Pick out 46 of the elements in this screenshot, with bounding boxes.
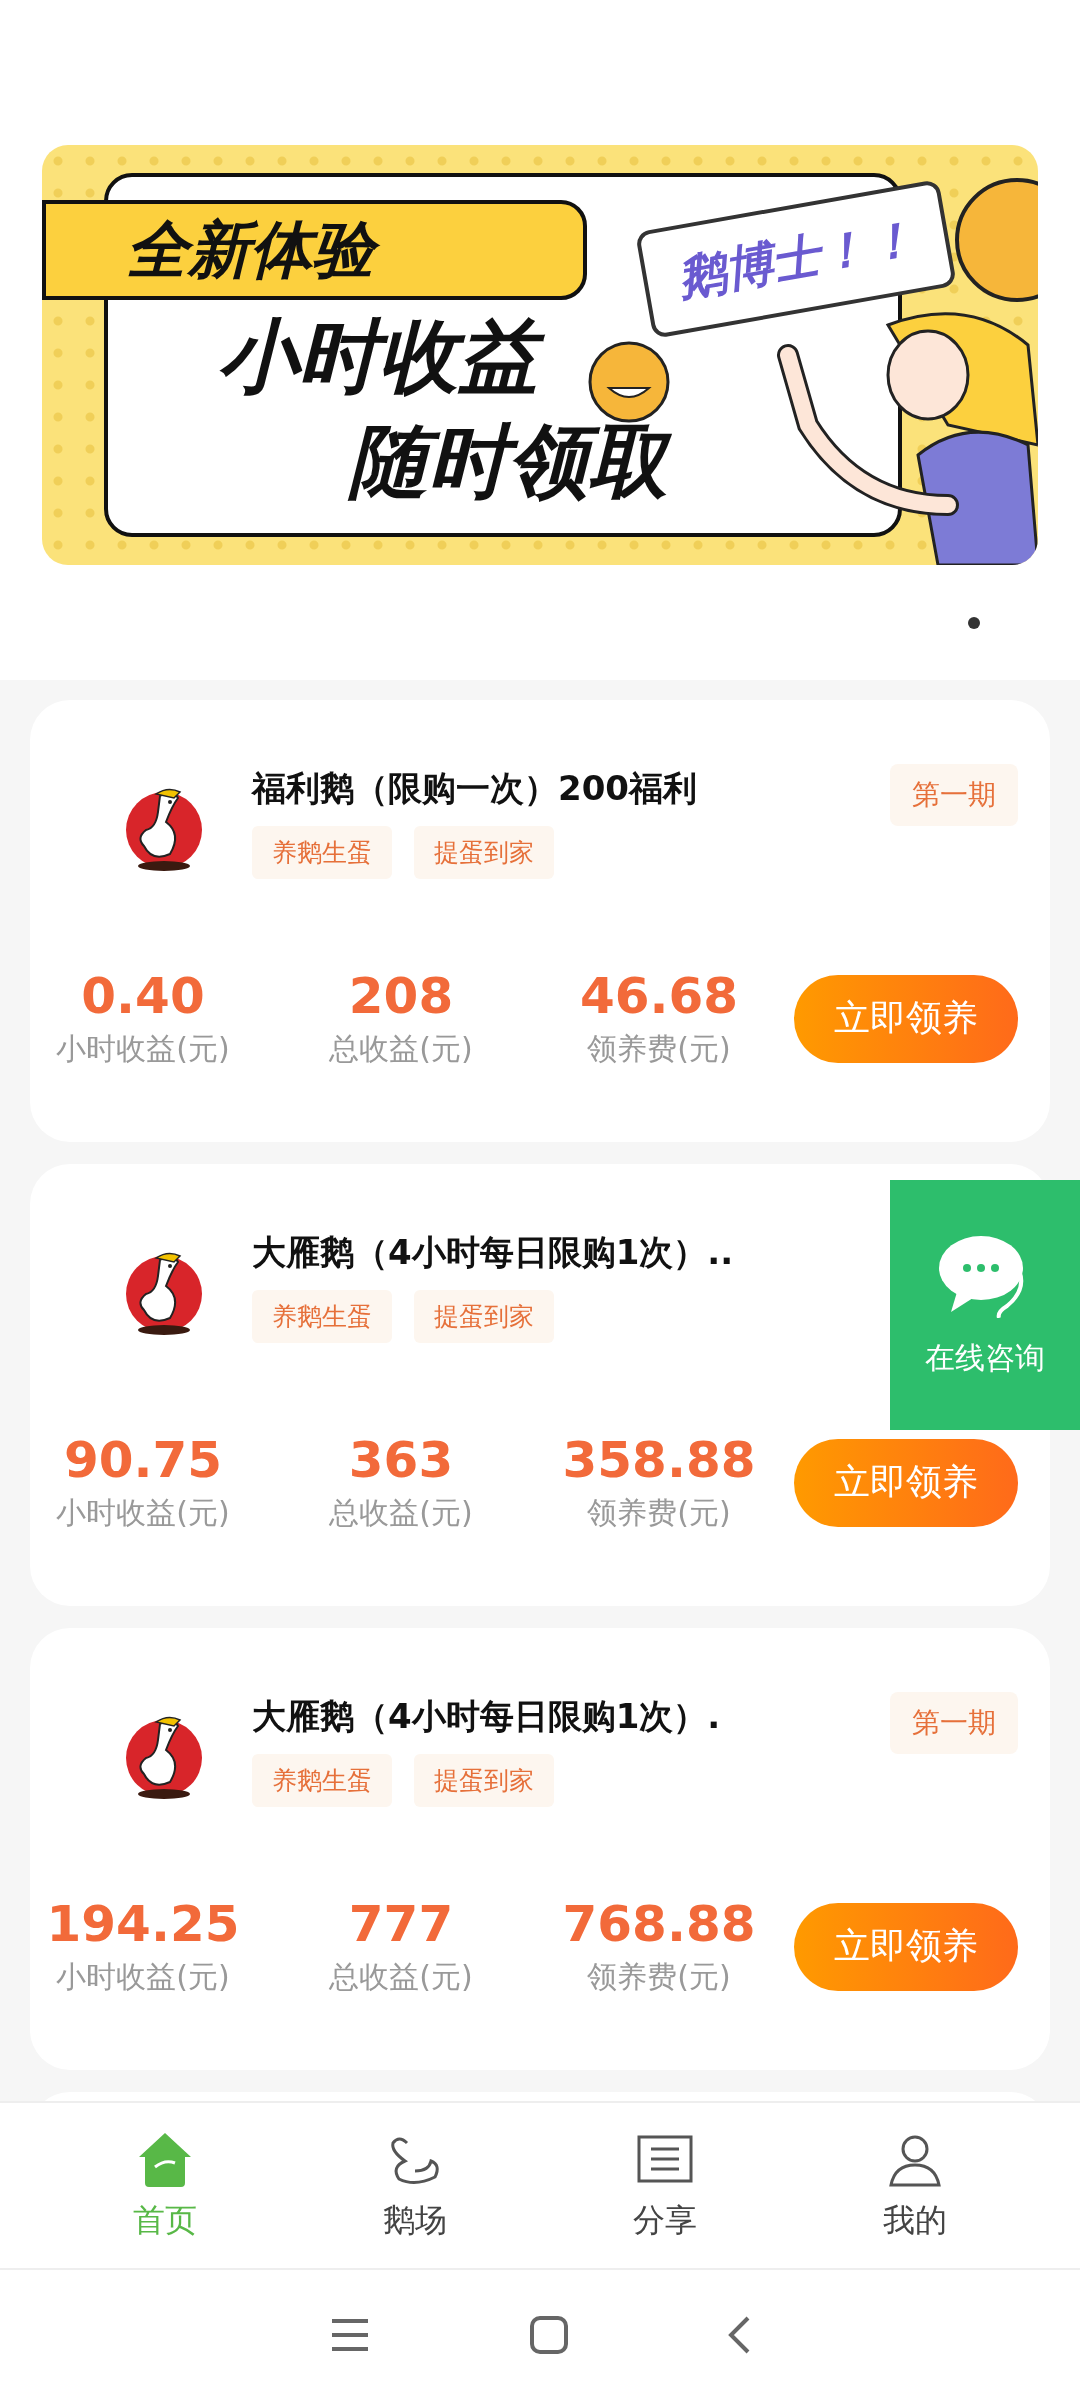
laughing-face-icon [587, 340, 671, 424]
product-tag: 养鹅生蛋 [252, 826, 392, 879]
period-badge: 第一期 [890, 1692, 1018, 1754]
stat-label: 领养费(元) [587, 1958, 731, 1996]
adopt-button[interactable]: 立即领养 [794, 1902, 1018, 1991]
product-tag: 提蛋到家 [414, 1754, 554, 1807]
stat-label: 领养费(元) [587, 1494, 731, 1532]
promo-banner[interactable]: 全新体验 小时收益 随时领取 鹅博士！！ [42, 145, 1038, 565]
banner-headline: 随时领取 [342, 410, 692, 514]
stat-value: 0.40 [81, 967, 205, 1025]
product-tag: 养鹅生蛋 [252, 1754, 392, 1807]
page-indicator-dot[interactable] [968, 616, 980, 629]
stat-value: 777 [348, 1895, 454, 1953]
period-badge: 第一期 [890, 764, 1018, 826]
stat-value: 358.88 [562, 1431, 756, 1489]
stat-value: 363 [348, 1431, 454, 1489]
online-consult-button[interactable]: 在线咨询 [890, 1180, 1080, 1430]
stat-label: 小时收益(元) [56, 1958, 230, 1996]
adopt-button[interactable]: 立即领养 [794, 1438, 1018, 1527]
stat-value: 768.88 [562, 1895, 756, 1953]
stat-value: 208 [348, 967, 454, 1025]
stat-value: 90.75 [63, 1431, 223, 1489]
stat-label: 总收益(元) [329, 1494, 473, 1532]
product-title: 大雁鹅（4小时每日限购1次）.. [252, 1231, 735, 1274]
nav-tab[interactable]: 分享 [585, 2103, 745, 2268]
stat-value: 46.68 [579, 967, 739, 1025]
nav-tab[interactable]: 我的 [835, 2103, 995, 2268]
back-icon[interactable] [728, 2316, 750, 2354]
banner-headline: 小时收益 [212, 305, 562, 409]
stat-label: 小时收益(元) [56, 1030, 230, 1068]
stat-value: 194.25 [46, 1895, 240, 1953]
product-tag: 提蛋到家 [414, 1290, 554, 1343]
stat-label: 总收益(元) [329, 1030, 473, 1068]
home-square-icon[interactable] [530, 2316, 568, 2354]
adopt-button[interactable]: 立即领养 [794, 974, 1018, 1063]
product-title: 福利鹅（限购一次）200福利 [252, 767, 698, 810]
nav-tab[interactable]: 首页 [85, 2103, 245, 2268]
product-title: 大雁鹅（4小时每日限购1次）. [252, 1695, 722, 1738]
banner-label: 全新体验 [42, 200, 587, 300]
stat-label: 小时收益(元) [56, 1494, 230, 1532]
stat-label: 总收益(元) [329, 1958, 473, 1996]
stat-label: 领养费(元) [587, 1030, 731, 1068]
product-tag: 提蛋到家 [414, 826, 554, 879]
nav-tab[interactable]: 鹅场 [335, 2103, 495, 2268]
product-tag: 养鹅生蛋 [252, 1290, 392, 1343]
menu-icon[interactable] [330, 2318, 370, 2352]
